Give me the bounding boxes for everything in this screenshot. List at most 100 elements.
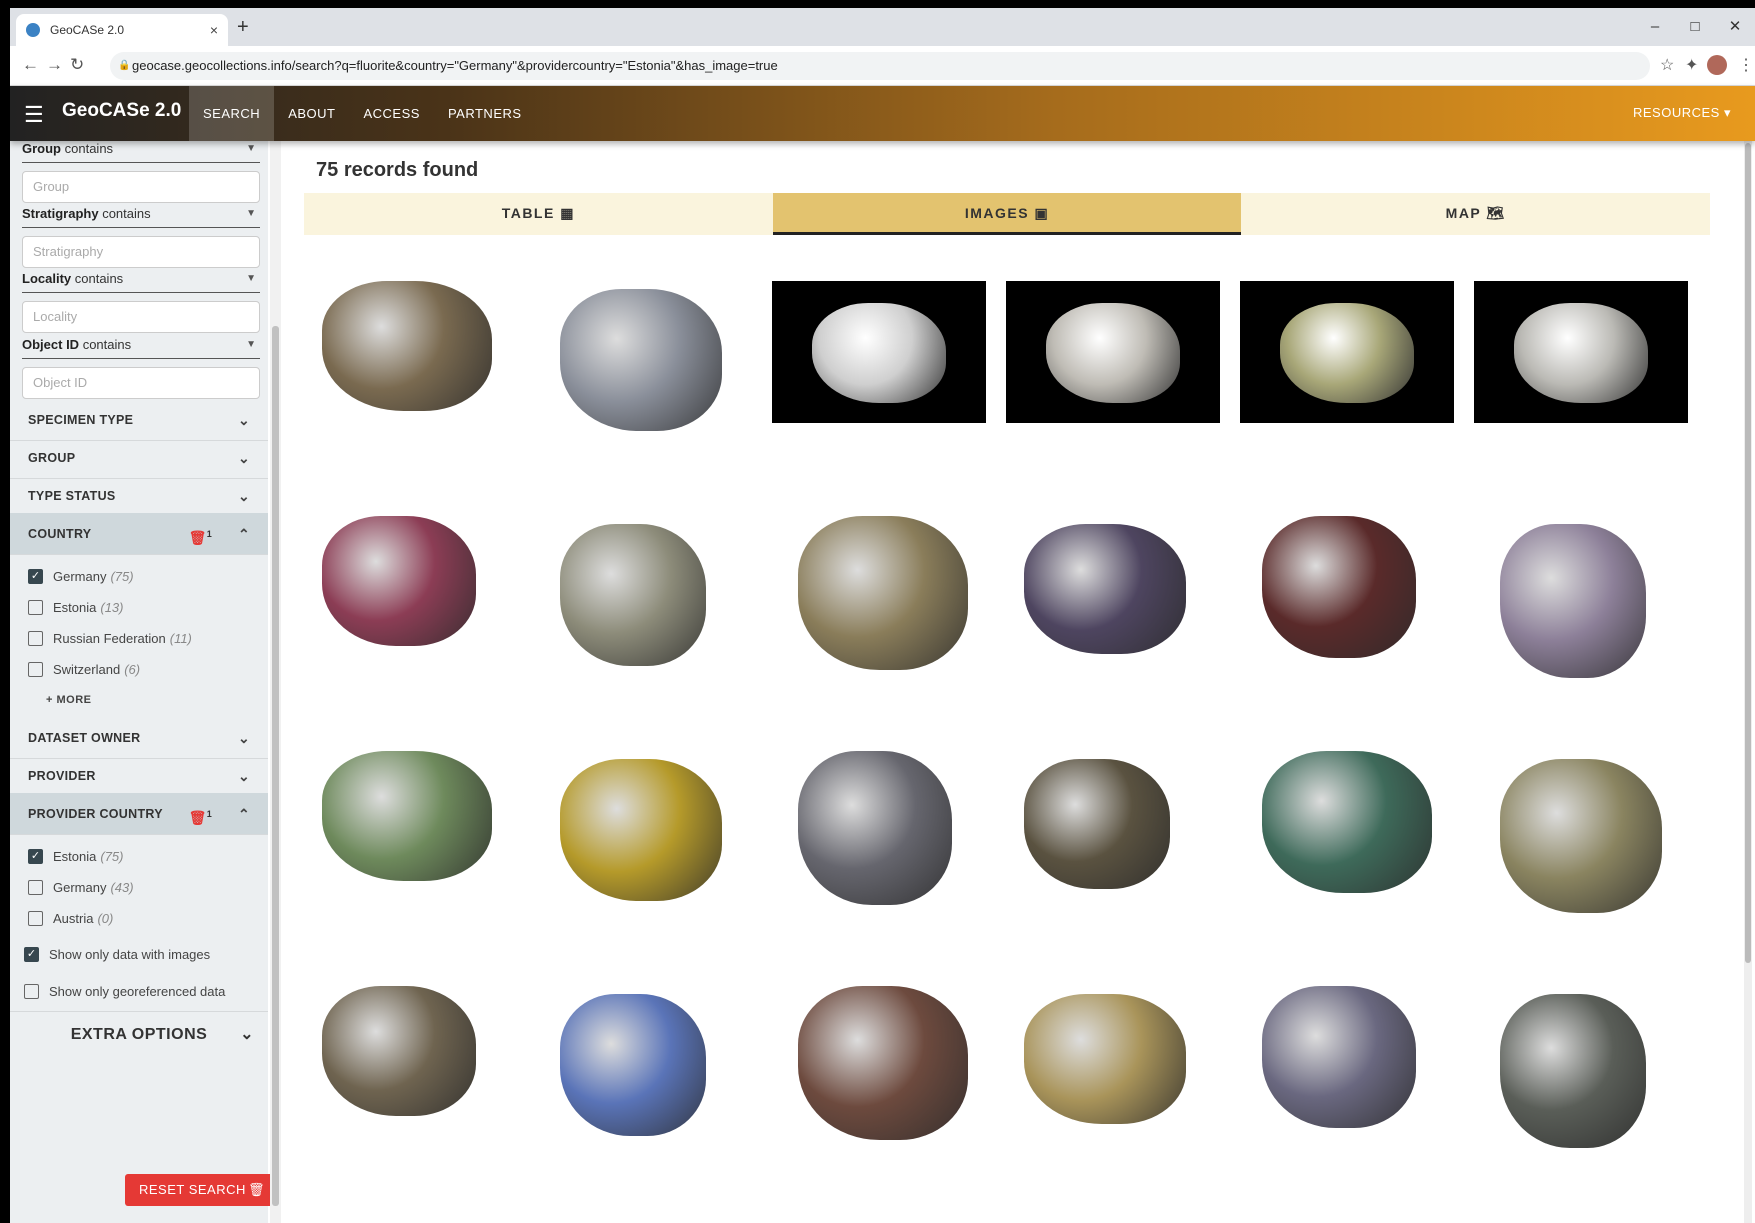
specimen-thumbnail[interactable] — [772, 251, 986, 461]
stratigraphy-input[interactable]: Stratigraphy — [22, 236, 260, 268]
section-provider-country[interactable]: PROVIDER COUNTRY 🗑1 ⌃ — [10, 793, 268, 835]
chevron-down-icon: ⌄ — [240, 1026, 254, 1043]
main-scrollbar[interactable] — [1744, 141, 1752, 1223]
specimen-thumbnail[interactable] — [304, 486, 518, 696]
caret-down-icon[interactable]: ▼ — [246, 339, 256, 350]
section-label: SPECIMEN TYPE — [28, 413, 134, 427]
tab-images[interactable]: IMAGES ▣ — [772, 193, 1242, 235]
checkbox-checked[interactable]: ✓ — [28, 849, 43, 864]
stratigraphy-op[interactable]: contains — [102, 206, 150, 221]
reset-search-button[interactable]: RESET SEARCH 🗑 — [125, 1174, 275, 1206]
specimen-thumbnail[interactable] — [1474, 486, 1688, 696]
nav-search[interactable]: SEARCH — [189, 86, 275, 141]
specimen-thumbnail[interactable] — [1006, 251, 1220, 461]
only-images-toggle[interactable]: ✓ Show only data with images — [24, 947, 210, 962]
specimen-thumbnail[interactable] — [1240, 721, 1454, 931]
specimen-thumbnail[interactable] — [772, 486, 986, 696]
section-dataset-owner[interactable]: DATASET OWNER ⌄ — [10, 717, 268, 759]
url-field[interactable]: 🔒 geocase.geocollections.info/search?q=f… — [110, 52, 1650, 80]
objectid-input[interactable]: Object ID — [22, 367, 260, 399]
locality-op[interactable]: contains — [75, 271, 123, 286]
sidebar-scrollbar[interactable] — [270, 141, 281, 1223]
checkbox[interactable] — [28, 631, 43, 646]
caret-down-icon[interactable]: ▼ — [246, 143, 256, 154]
checkbox-checked[interactable]: ✓ — [24, 947, 39, 962]
section-specimen-type[interactable]: SPECIMEN TYPE ⌄ — [10, 399, 268, 441]
provider-country-austria[interactable]: Austria (0) — [28, 911, 113, 926]
specimen-thumbnail[interactable] — [538, 251, 752, 461]
minimize-icon[interactable]: – — [1635, 8, 1675, 46]
section-group[interactable]: GROUP ⌄ — [10, 437, 268, 479]
nav-about[interactable]: ABOUT — [274, 86, 349, 141]
maximize-icon[interactable]: □ — [1675, 8, 1715, 46]
specimen-thumbnail[interactable] — [304, 251, 518, 461]
checkbox[interactable] — [28, 880, 43, 895]
specimen-thumbnail[interactable] — [772, 721, 986, 931]
trash-icon[interactable]: 🗑1 — [189, 513, 212, 559]
extensions-icon[interactable]: ✦ — [1685, 55, 1698, 75]
specimen-thumbnail[interactable] — [1006, 486, 1220, 696]
only-georeferenced-toggle[interactable]: Show only georeferenced data — [24, 984, 225, 999]
brand-logo[interactable]: GeoCASe 2.0 — [62, 100, 181, 122]
specimen-thumbnail[interactable] — [1240, 956, 1454, 1166]
checkbox[interactable] — [28, 600, 43, 615]
section-label: GROUP — [28, 451, 76, 465]
group-op[interactable]: contains — [65, 141, 113, 156]
window-close-icon[interactable]: ✕ — [1715, 8, 1755, 46]
checkbox[interactable] — [28, 911, 43, 926]
trash-icon[interactable]: 🗑1 — [189, 793, 212, 839]
country-option-switzerland[interactable]: Switzerland (6) — [28, 662, 140, 677]
specimen-thumbnail[interactable] — [304, 956, 518, 1166]
filter-menu-icon[interactable]: ☰ — [24, 102, 44, 128]
specimen-thumbnail[interactable] — [538, 486, 752, 696]
specimen-thumbnail[interactable] — [1006, 721, 1220, 931]
specimen-thumbnail[interactable] — [1474, 251, 1688, 461]
close-tab-icon[interactable]: × — [210, 22, 218, 38]
country-option-germany[interactable]: ✓ Germany (75) — [28, 569, 134, 584]
bookmark-star-icon[interactable]: ☆ — [1660, 55, 1674, 75]
nav-partners[interactable]: PARTNERS — [434, 86, 536, 141]
view-tabs: TABLE ▦ IMAGES ▣ MAP 🗺 — [304, 193, 1710, 235]
caret-down-icon[interactable]: ▼ — [246, 208, 256, 219]
extra-options-toggle[interactable]: EXTRA OPTIONS ⌄ — [10, 1011, 268, 1057]
profile-avatar[interactable] — [1707, 55, 1727, 75]
country-option-russia[interactable]: Russian Federation (11) — [28, 631, 192, 646]
specimen-thumbnail[interactable] — [1240, 486, 1454, 696]
provider-country-germany[interactable]: Germany (43) — [28, 880, 134, 895]
more-countries-button[interactable]: + MORE — [46, 694, 91, 706]
resources-menu[interactable]: RESOURCES ▾ — [1633, 105, 1731, 121]
group-input[interactable]: Group — [22, 171, 260, 203]
specimen-thumbnail[interactable] — [1474, 721, 1688, 931]
browser-menu-icon[interactable]: ⋮ — [1738, 55, 1754, 75]
objectid-op[interactable]: contains — [83, 337, 131, 352]
specimen-thumbnail[interactable] — [772, 956, 986, 1166]
provider-country-estonia[interactable]: ✓ Estonia (75) — [28, 849, 124, 864]
forward-icon[interactable]: → — [46, 55, 63, 75]
checkbox[interactable] — [24, 984, 39, 999]
checkbox-checked[interactable]: ✓ — [28, 569, 43, 584]
locality-input[interactable]: Locality — [22, 301, 260, 333]
specimen-thumbnail[interactable] — [1240, 251, 1454, 461]
browser-tab[interactable]: GeoCASe 2.0 × — [16, 14, 228, 46]
caret-down-icon[interactable]: ▼ — [246, 273, 256, 284]
specimen-thumbnail[interactable] — [538, 956, 752, 1166]
objectid-label: Object ID — [22, 337, 80, 352]
new-tab-icon[interactable]: + — [237, 16, 249, 39]
nav-access[interactable]: ACCESS — [349, 86, 433, 141]
tab-map[interactable]: MAP 🗺 — [1241, 193, 1710, 235]
reload-icon[interactable]: ↻ — [70, 55, 84, 75]
specimen-thumbnail[interactable] — [1006, 956, 1220, 1166]
section-provider[interactable]: PROVIDER ⌄ — [10, 755, 268, 797]
checkbox[interactable] — [28, 662, 43, 677]
section-country[interactable]: COUNTRY 🗑1 ⌃ — [10, 513, 268, 555]
country-option-estonia[interactable]: Estonia (13) — [28, 600, 124, 615]
specimen-thumbnail[interactable] — [304, 721, 518, 931]
filter-sidebar: Group contains ▼ Group Stratigraphy conta… — [10, 141, 268, 1223]
section-type-status[interactable]: TYPE STATUS ⌄ — [10, 475, 268, 517]
specimen-image — [1474, 281, 1688, 423]
specimen-thumbnail[interactable] — [538, 721, 752, 931]
tab-table[interactable]: TABLE ▦ — [304, 193, 773, 235]
specimen-thumbnail[interactable] — [1474, 956, 1688, 1166]
back-icon[interactable]: ← — [22, 55, 39, 75]
specimen-image — [1024, 759, 1170, 889]
